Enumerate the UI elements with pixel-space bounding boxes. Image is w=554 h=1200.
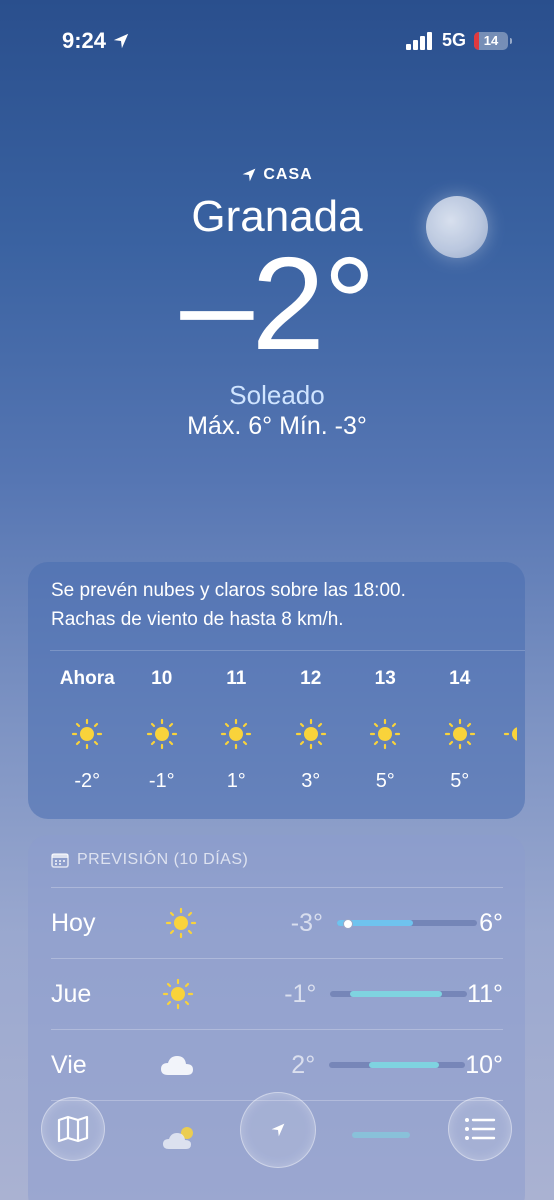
- city-list-button[interactable]: [448, 1097, 512, 1161]
- hour-item: 12 3°: [274, 668, 349, 793]
- forecast-low: -3°: [290, 908, 323, 937]
- forecast-header: PREVISIÓN (10 DÍAS): [51, 851, 248, 869]
- forecast-day: Jue: [51, 979, 92, 1008]
- list-icon: [465, 1118, 496, 1140]
- sun-icon: [369, 698, 401, 770]
- hourly-forecast-card[interactable]: Se prevén nubes y claros sobre las 18:00…: [28, 562, 525, 819]
- calendar-icon: [51, 853, 69, 868]
- sun-icon: [151, 907, 211, 939]
- temperature-range-bar: [329, 1062, 466, 1068]
- forecast-row-today[interactable]: Hoy -3° 6°: [51, 888, 503, 958]
- location-services-icon: [113, 33, 129, 49]
- status-indicators: 5G 14: [405, 30, 512, 51]
- sun-icon: [220, 698, 252, 770]
- hour-label: 11: [226, 668, 247, 689]
- forecast-high: 6°: [479, 908, 503, 937]
- temperature-range-fill: [369, 1062, 440, 1068]
- temperature-range-fill-partial: [352, 1132, 410, 1138]
- hourly-list[interactable]: Ahora -2° 10 -1° 11 1° 12 3° 13 5° 14 5°: [50, 668, 525, 793]
- hour-temp: 3°: [301, 770, 321, 792]
- forecast-low: -1°: [284, 979, 317, 1008]
- hour-label: 13: [374, 668, 396, 689]
- forecast-header-text: PREVISIÓN (10 DÍAS): [77, 851, 249, 868]
- forecast-row-jue[interactable]: Jue -1° 11°: [51, 959, 503, 1029]
- map-icon: [57, 1115, 89, 1143]
- forecast-row-vie[interactable]: Vie 2° 10°: [51, 1030, 503, 1100]
- hour-item: Ahora -2°: [50, 668, 125, 793]
- current-temperature: –2°: [180, 230, 376, 377]
- hour-temp: 5°: [375, 770, 395, 792]
- signal-icon: [405, 31, 432, 50]
- battery-tip: [510, 37, 512, 44]
- sun-icon: [497, 698, 517, 770]
- hour-temp: -2°: [74, 770, 101, 792]
- hour-item: 14 5°: [423, 668, 498, 793]
- sun-icon: [444, 698, 476, 770]
- hour-label: Ahora: [59, 668, 115, 689]
- location-caption-text: CASA: [263, 166, 313, 183]
- location-arrow-icon: [271, 1123, 285, 1137]
- current-temp-dot: [343, 919, 353, 929]
- map-button[interactable]: [41, 1097, 105, 1161]
- hour-temp: 1°: [226, 770, 246, 792]
- temperature-range-bar: [337, 919, 477, 929]
- hour-item: 11 1°: [199, 668, 274, 793]
- forecast-summary: Se prevén nubes y claros sobre las 18:00…: [28, 562, 525, 634]
- hourly-divider: [50, 650, 525, 651]
- forecast-high: 11°: [467, 979, 503, 1008]
- sun-icon: [149, 978, 208, 1010]
- battery-fill: [474, 31, 479, 50]
- temperature-range-bar: [330, 991, 468, 997]
- sun-icon: [71, 698, 103, 770]
- sun-icon: [295, 698, 327, 770]
- battery-icon: 14: [474, 31, 512, 50]
- hour-item: 10 -1°: [125, 668, 200, 793]
- battery-level-text: 14: [483, 33, 499, 48]
- hour-temp: -1°: [148, 770, 175, 792]
- location-arrow-icon: [242, 168, 256, 182]
- current-location-button[interactable]: [240, 1092, 316, 1168]
- forecast-low: 2°: [291, 1050, 316, 1079]
- hour-item: 13 5°: [348, 668, 423, 793]
- hour-label: 14: [449, 668, 471, 689]
- hour-label: 12: [300, 668, 322, 689]
- hour-temp: 5°: [450, 770, 470, 792]
- status-time: 9:24: [62, 28, 130, 54]
- network-type: 5G: [441, 30, 466, 50]
- location-caption: CASA: [0, 166, 554, 184]
- hour-item-partial: [497, 668, 517, 793]
- summary-line-2: Rachas de viento de hasta 8 km/h.: [51, 609, 344, 630]
- partly-cloudy-icon: [161, 1123, 201, 1158]
- weather-condition: Soleado: [229, 380, 325, 410]
- time-text: 9:24: [62, 28, 107, 53]
- temperature-range-fill: [350, 991, 443, 997]
- cloud-icon: [148, 1053, 206, 1077]
- hour-label: 10: [151, 668, 173, 689]
- forecast-high: 10°: [465, 1050, 503, 1079]
- sun-icon: [146, 698, 178, 770]
- forecast-day: Vie: [51, 1050, 87, 1079]
- high-low-temperature: Máx. 6° Mín. -3°: [187, 412, 367, 440]
- forecast-day: Hoy: [51, 908, 96, 937]
- summary-line-1: Se prevén nubes y claros sobre las 18:00…: [51, 580, 406, 601]
- status-bar: 9:24 5G 14: [0, 28, 554, 56]
